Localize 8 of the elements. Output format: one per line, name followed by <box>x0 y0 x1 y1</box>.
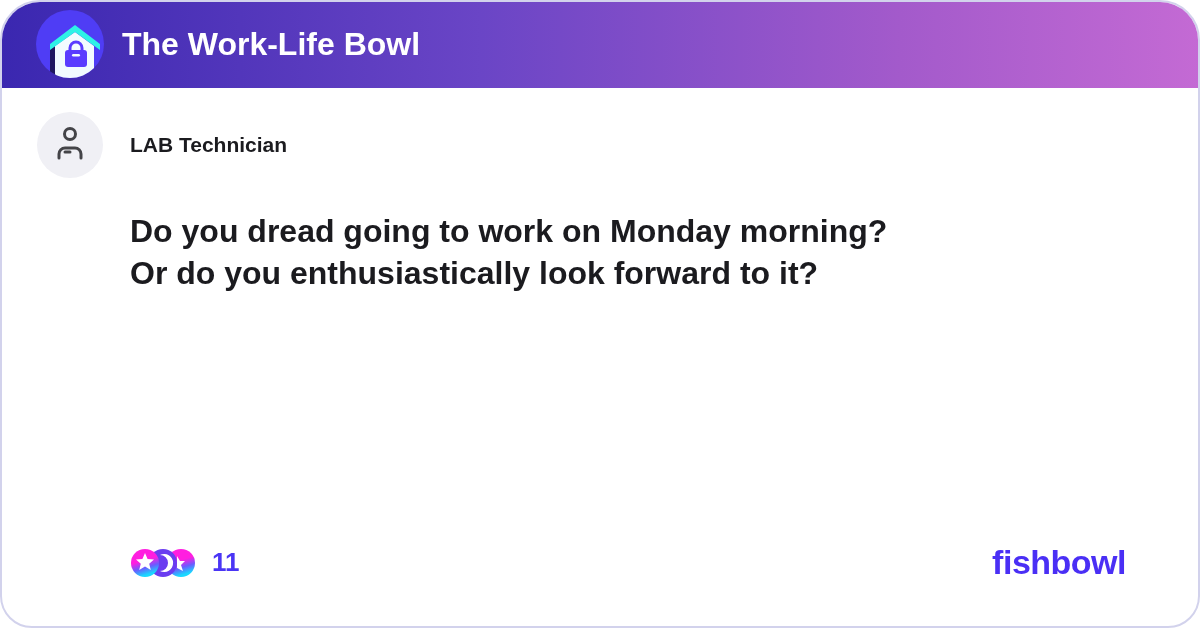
avatar-icon <box>37 112 103 178</box>
author-name: LAB Technician <box>130 133 288 157</box>
community-title: The Work-Life Bowl <box>122 25 421 63</box>
post-question: Do you dread going to work on Monday morning? Or do you enthusiastically look forward to it? <box>130 212 888 293</box>
brand-logo: fishbowl <box>992 543 1126 582</box>
reactions-icon <box>130 547 196 578</box>
house-lock-icon <box>36 10 104 78</box>
reaction-count: 11 <box>212 547 240 578</box>
